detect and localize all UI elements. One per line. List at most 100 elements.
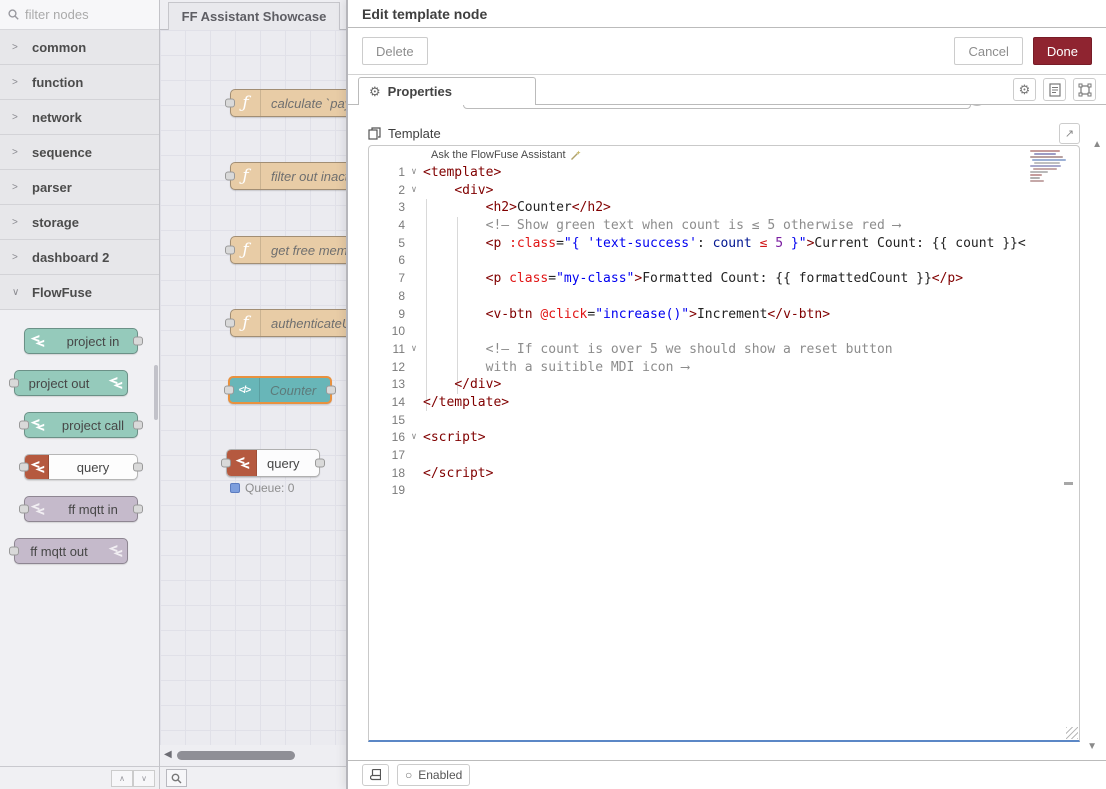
node-port-left[interactable] — [221, 459, 231, 468]
code-line[interactable]: 10 — [369, 323, 1079, 341]
line-number: 13 — [369, 376, 405, 394]
node-port-left[interactable] — [225, 319, 235, 328]
fold-chevron-icon[interactable]: ∨ — [405, 341, 423, 359]
node-settings-button[interactable]: ⚙ — [1013, 78, 1036, 101]
flow-canvas[interactable]: ƒcalculate `pay ƒfilter out inacti ƒget fr… — [160, 30, 346, 745]
palette-node-ff-mqtt-out[interactable]: ff mqtt out — [14, 538, 128, 564]
expand-all-button[interactable]: ∨ — [133, 770, 155, 787]
code-line[interactable]: 15 — [369, 412, 1079, 430]
code-line[interactable]: 16∨<script> — [369, 429, 1079, 447]
node-port-left[interactable] — [225, 99, 235, 108]
code-line[interactable]: 2∨ <div> — [369, 182, 1079, 200]
fold-chevron-icon[interactable]: ∨ — [405, 429, 423, 447]
node-port-left[interactable] — [19, 463, 29, 472]
node-port-left[interactable] — [19, 421, 29, 430]
fold-chevron-icon[interactable]: ∨ — [405, 182, 423, 200]
node-info-button[interactable] — [362, 764, 389, 786]
flow-tab[interactable]: FF Assistant Showcase — [168, 2, 340, 30]
appearance-button[interactable] — [1073, 78, 1096, 101]
enabled-toggle-button[interactable]: ○ Enabled — [397, 764, 470, 786]
flowfuse-node-icon — [29, 419, 45, 431]
assistant-hint[interactable]: Ask the FlowFuse Assistant — [431, 149, 581, 161]
code-line[interactable]: 17 — [369, 447, 1079, 465]
form-scroll-down-icon[interactable]: ▼ — [1087, 741, 1097, 752]
palette-node-project-call[interactable]: project call — [24, 412, 138, 438]
flow-node-calculate-pay[interactable]: ƒcalculate `pay — [230, 89, 346, 117]
node-port-left[interactable] — [225, 172, 235, 181]
palette-category-network[interactable]: >network — [0, 100, 159, 135]
code-token: Increment — [697, 307, 767, 322]
palette-node-label: ff mqtt in — [49, 502, 137, 517]
code-line[interactable]: 9 <v-btn @click="increase()">Increment</… — [369, 306, 1079, 324]
minimap[interactable] — [1030, 150, 1066, 200]
flow-node-authenticateU[interactable]: ƒauthenticateU — [230, 309, 346, 337]
template-code-editor[interactable]: Ask the FlowFuse Assistant 1∨<template>2… — [368, 145, 1080, 742]
code-line[interactable]: 6 — [369, 252, 1079, 270]
code-line[interactable]: 5 <p :class="{ 'text-success': count ≤ 5… — [369, 235, 1079, 253]
category-label: function — [32, 75, 83, 90]
code-line[interactable]: 13 </div> — [369, 376, 1079, 394]
palette-category-storage[interactable]: >storage — [0, 205, 159, 240]
code-line[interactable]: 19 — [369, 482, 1079, 500]
flow-node-query[interactable]: query — [226, 449, 320, 477]
fold-gutter — [405, 412, 423, 430]
palette-category-FlowFuse[interactable]: ∨FlowFuse — [0, 275, 159, 310]
node-port-left[interactable] — [225, 246, 235, 255]
node-port-right[interactable] — [133, 505, 143, 514]
palette-node-project-out[interactable]: project out — [14, 370, 128, 396]
code-line[interactable]: 3 <h2>Counter</h2> — [369, 199, 1079, 217]
palette-node-project-in[interactable]: project in — [24, 328, 138, 354]
palette-category-sequence[interactable]: >sequence — [0, 135, 159, 170]
flow-node-filter-out-inacti[interactable]: ƒfilter out inacti — [230, 162, 346, 190]
palette-node-ff-mqtt-in[interactable]: ff mqtt in — [24, 496, 138, 522]
node-port-right[interactable] — [133, 337, 143, 346]
code-line[interactable]: 1∨<template> — [369, 164, 1079, 182]
code-line[interactable]: 7 <p class="my-class">Formatted Count: {… — [369, 270, 1079, 288]
expand-editor-button[interactable]: ↗ — [1059, 123, 1080, 144]
hscroll-thumb[interactable] — [177, 751, 295, 760]
palette-category-dashboard-2[interactable]: >dashboard 2 — [0, 240, 159, 275]
node-port-left[interactable] — [224, 386, 234, 395]
palette-category-common[interactable]: >common — [0, 30, 159, 65]
palette-node-query[interactable]: query — [24, 454, 138, 480]
delete-button[interactable]: Delete — [362, 37, 428, 65]
palette-search-placeholder: filter nodes — [25, 7, 89, 22]
form-scroll-up-icon[interactable]: ▲ — [1092, 139, 1102, 150]
node-port-left[interactable] — [9, 379, 19, 388]
fold-chevron-icon[interactable]: ∨ — [405, 164, 423, 182]
code-line[interactable]: 18</script> — [369, 465, 1079, 483]
code-line[interactable]: 4 <!— Show green text when count is ≤ 5 … — [369, 217, 1079, 235]
node-port-right[interactable] — [133, 421, 143, 430]
palette: filter nodes >common>function>network>se… — [0, 0, 160, 789]
node-port-left[interactable] — [19, 505, 29, 514]
node-icon — [227, 450, 257, 476]
palette-search-input[interactable]: filter nodes — [0, 0, 159, 30]
flow-node-get-free-memo[interactable]: ƒget free memo — [230, 236, 346, 264]
line-number: 14 — [369, 394, 405, 412]
node-port-right[interactable] — [315, 459, 325, 468]
cancel-button[interactable]: Cancel — [954, 37, 1022, 65]
line-number: 18 — [369, 465, 405, 483]
done-button[interactable]: Done — [1033, 37, 1092, 65]
code-content: <p class="my-class">Formatted Count: {{ … — [423, 270, 963, 288]
palette-category-parser[interactable]: >parser — [0, 170, 159, 205]
description-button[interactable] — [1043, 78, 1066, 101]
code-line[interactable]: 11∨ <!— If count is over 5 we should sho… — [369, 341, 1079, 359]
collapse-all-button[interactable]: ∧ — [111, 770, 133, 787]
tab-properties[interactable]: ⚙ Properties — [358, 77, 536, 105]
code-token — [423, 360, 486, 375]
zoom-search-button[interactable] — [166, 769, 187, 787]
code-token: </h2> — [572, 200, 611, 215]
code-line[interactable]: 8 — [369, 288, 1079, 306]
palette-scrollbar[interactable] — [154, 365, 158, 420]
flow-node-Counter[interactable]: </>Counter — [228, 376, 332, 404]
code-line[interactable]: 14</template> — [369, 394, 1079, 412]
scroll-left-icon[interactable]: ◀ — [164, 749, 172, 760]
palette-category-function[interactable]: >function — [0, 65, 159, 100]
code-line[interactable]: 12 with a suitible MDI icon ⟶ — [369, 359, 1079, 377]
node-port-right[interactable] — [326, 386, 336, 395]
editor-resize-handle[interactable] — [1066, 727, 1078, 739]
node-port-left[interactable] — [9, 547, 19, 556]
chevron-right-icon: > — [12, 147, 20, 158]
node-port-right[interactable] — [133, 463, 143, 472]
